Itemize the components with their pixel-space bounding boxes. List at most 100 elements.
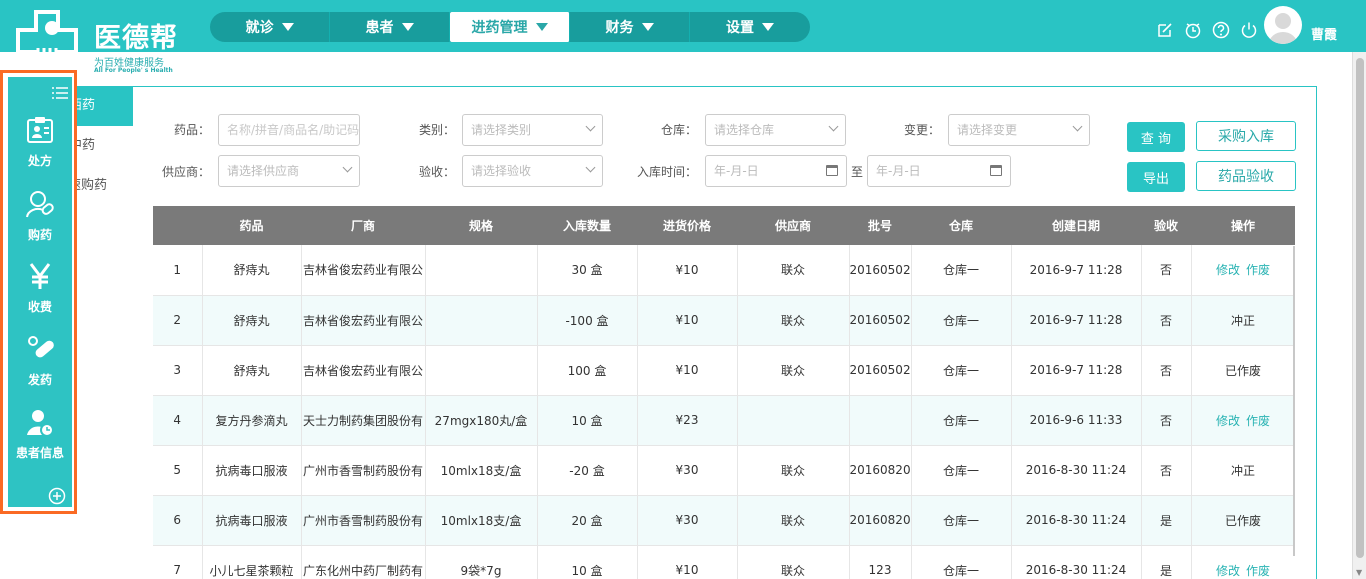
calendar-icon[interactable] <box>990 165 1002 176</box>
chevron-down-icon <box>1072 121 1083 132</box>
nav-item-0[interactable]: 就诊 <box>210 12 330 42</box>
caret-down-icon <box>401 23 414 31</box>
caret-down-icon <box>281 23 294 31</box>
edit-link[interactable]: 修改 <box>1216 564 1240 578</box>
category-select[interactable]: 请选择类别 <box>462 114 603 146</box>
purchase-in-button[interactable]: 采购入库 <box>1196 121 1296 151</box>
cell-maker: 广州市香雪制药股份有 <box>301 495 426 546</box>
row-status: 已作废 <box>1224 513 1261 528</box>
cell-warehouse: 仓库一 <box>911 295 1012 346</box>
add-shortcut-icon[interactable] <box>48 487 66 505</box>
header-toolbar <box>1155 20 1259 40</box>
notification-icon[interactable] <box>1183 20 1203 40</box>
inspect-select[interactable]: 请选择验收 <box>462 155 603 187</box>
nav-item-3[interactable]: 财务 <box>570 12 690 42</box>
cell-qty: 20 盒 <box>537 495 638 546</box>
category-filter-label: 类别： <box>418 123 455 137</box>
cell-supplier: 联众 <box>737 345 850 396</box>
void-link[interactable]: 作废 <box>1246 263 1270 277</box>
table-row[interactable]: 3 舒痔丸 吉林省俊宏药业有限公 100 盒 ¥10 联众 20160502 仓库一 2016-… <box>153 345 1295 396</box>
query-button[interactable]: 查 询 <box>1127 122 1185 152</box>
drug-search-input[interactable]: 名称/拼音/商品名/助记码 <box>218 114 360 146</box>
cell-batch <box>849 395 912 446</box>
supplier-select[interactable]: 请选择供应商 <box>218 155 360 187</box>
table-body: 1 舒痔丸 吉林省俊宏药业有限公 30 盒 ¥10 联众 20160502 仓库一 2016-9… <box>153 245 1295 579</box>
table-row[interactable]: 7 小儿七星茶颗粒 广东化州中药厂制药有 9袋*7g 10 盒 ¥10 联众 123 仓库一 20… <box>153 545 1295 579</box>
table-row[interactable]: 4 复方丹参滴丸 天士力制药集团股份有 27mgx180丸/盒 10 盒 ¥23 仓库一 20… <box>153 395 1295 446</box>
scrollbar-thumb[interactable] <box>1356 58 1364 558</box>
help-icon[interactable] <box>1211 20 1231 40</box>
change-select[interactable]: 请选择变更 <box>948 114 1090 146</box>
cell-price: ¥10 <box>637 345 738 396</box>
cell-maker: 天士力制药集团股份有 <box>301 395 426 446</box>
cell-no: 6 <box>153 495 203 546</box>
cell-ops: 修改 作废 <box>1191 545 1295 579</box>
cell-supplier: 联众 <box>737 295 850 346</box>
calendar-icon[interactable] <box>826 165 838 176</box>
nav-item-label: 设置 <box>726 20 754 36</box>
column-header: 仓库 <box>911 206 1011 245</box>
void-link[interactable]: 作废 <box>1246 414 1270 428</box>
cell-qty: 10 盒 <box>537 545 638 579</box>
nav-item-4[interactable]: 设置 <box>690 12 810 42</box>
warehouse-select[interactable]: 请选择仓库 <box>705 114 846 146</box>
buy-medicine-icon <box>25 189 55 226</box>
cell-batch: 20160502 <box>849 245 912 296</box>
nav-item-2[interactable]: 进药管理 <box>450 12 570 42</box>
export-button[interactable]: 导出 <box>1127 162 1185 192</box>
logo[interactable]: 医德帮 为百姓健康服务 All For People' s Health <box>14 4 184 76</box>
cell-ops: 冲正 <box>1191 295 1295 346</box>
caret-down-icon <box>535 23 548 31</box>
scroll-down-arrow[interactable]: ▼ <box>1356 568 1362 577</box>
date-from-input[interactable]: 年-月-日 <box>705 155 847 187</box>
cell-no: 4 <box>153 395 203 446</box>
sidebar-item-label: 收费 <box>27 300 52 314</box>
edit-link[interactable]: 修改 <box>1216 414 1240 428</box>
cell-batch: 20160502 <box>849 345 912 396</box>
prescription-icon <box>25 115 55 152</box>
left-sidebar: 处方 购药收费发药 患者信息 <box>0 70 77 514</box>
patient-info-icon <box>25 407 55 444</box>
edit-link[interactable]: 修改 <box>1216 263 1240 277</box>
power-icon[interactable] <box>1239 20 1259 40</box>
column-header: 入库数量 <box>537 206 637 245</box>
table-row[interactable]: 5 抗病毒口服液 广州市香雪制药股份有 10mlx18支/盒 -20 盒 ¥30 联众 201… <box>153 445 1295 496</box>
void-link[interactable]: 作废 <box>1246 564 1270 578</box>
caret-down-icon <box>762 23 774 31</box>
table-row[interactable]: 1 舒痔丸 吉林省俊宏药业有限公 30 盒 ¥10 联众 20160502 仓库一 2016-9… <box>153 245 1295 296</box>
cell-drug: 小儿七星茶颗粒 <box>202 545 302 579</box>
chevron-down-icon <box>828 121 839 132</box>
sidebar-item-yen[interactable]: 收费 <box>8 253 72 325</box>
edit-icon[interactable] <box>1155 20 1175 40</box>
chevron-down-icon <box>585 162 596 173</box>
sidebar-item-prescription[interactable]: 处方 <box>8 107 72 179</box>
cell-batch: 20160820 <box>849 495 912 546</box>
cell-batch: 123 <box>849 545 912 579</box>
cell-check: 否 <box>1141 245 1192 296</box>
table-scrollbar[interactable] <box>1293 246 1295 556</box>
sidebar-item-patient-info[interactable]: 患者信息 <box>8 399 72 471</box>
column-header <box>153 206 202 245</box>
cell-date: 2016-9-7 11:28 <box>1011 345 1142 396</box>
inspect-drug-button[interactable]: 药品验收 <box>1196 161 1296 191</box>
nav-item-1[interactable]: 患者 <box>330 12 450 42</box>
cell-warehouse: 仓库一 <box>911 545 1012 579</box>
avatar[interactable] <box>1264 6 1302 44</box>
sidebar-item-pill[interactable]: 发药 <box>8 326 72 398</box>
table-row[interactable]: 2 舒痔丸 吉林省俊宏药业有限公 -100 盒 ¥10 联众 20160502 仓库一 2016… <box>153 295 1295 346</box>
cell-ops: 修改 作废 <box>1191 395 1295 446</box>
table-row[interactable]: 6 抗病毒口服液 广州市香雪制药股份有 10mlx18支/盒 20 盒 ¥30 联众 2016… <box>153 495 1295 546</box>
supplier-filter-label: 供应商： <box>161 165 210 179</box>
cell-maker: 吉林省俊宏药业有限公 <box>301 295 426 346</box>
page-scrollbar[interactable]: ▼ <box>1352 52 1366 579</box>
cell-qty: -100 盒 <box>537 295 638 346</box>
cell-price: ¥30 <box>637 495 738 546</box>
menu-list-icon[interactable] <box>52 87 68 99</box>
sidebar-menu: 处方 购药收费发药 患者信息 <box>8 77 72 507</box>
cell-ops: 已作废 <box>1191 495 1295 546</box>
brand-slogan: All For People' s Health <box>94 67 173 74</box>
date-to-input[interactable]: 年-月-日 <box>867 155 1011 187</box>
stock-in-table: 药品 厂商 规格 入库数量 进货价格 供应商 批号 仓库 创建日期 验收 操作 1 舒痔丸 吉林省俊宏药… <box>153 206 1295 579</box>
username[interactable]: 曹霞 <box>1311 24 1337 43</box>
sidebar-item-buy-medicine[interactable]: 购药 <box>8 181 72 253</box>
